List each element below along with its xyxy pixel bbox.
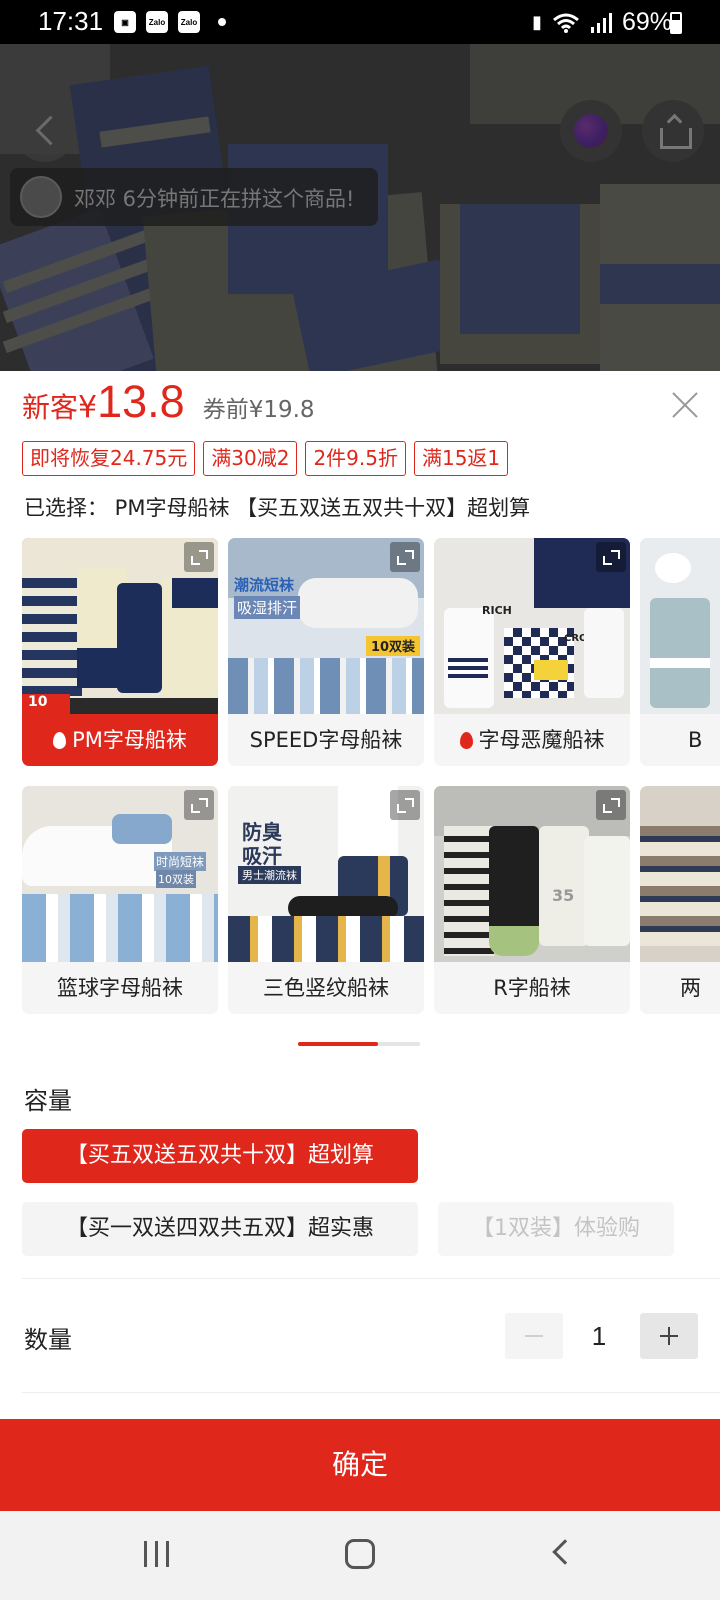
back-button[interactable]	[14, 100, 76, 162]
quantity-plus-button[interactable]	[640, 1313, 698, 1359]
battery-percent: 69%	[621, 8, 672, 36]
divider	[22, 1278, 720, 1279]
battery-saver-icon: ▮	[532, 12, 542, 32]
expand-icon[interactable]	[184, 542, 214, 572]
quantity-title: 数量	[24, 1326, 72, 1354]
product-thumbnail: 时尚短袜 10双装	[22, 786, 218, 962]
price-value: 13.8	[97, 376, 185, 427]
price-prefix: 新客	[22, 391, 79, 424]
product-thumbnail: 10	[22, 538, 218, 714]
style-option-label: PM字母船袜	[22, 714, 218, 766]
back-icon[interactable]	[552, 1539, 578, 1565]
style-option-tricolor[interactable]: 防臭 吸汗 男士潮流袜 三色竖纹船袜	[228, 786, 424, 1014]
capacity-option-one-pair: 【1双装】体验购	[438, 1202, 674, 1256]
style-option-pm[interactable]: 10 PM字母船袜	[22, 538, 218, 766]
promo-tag: 满30减2	[203, 441, 298, 476]
share-button[interactable]	[642, 100, 704, 162]
style-option-label: R字船袜	[493, 976, 571, 1000]
capacity-option-five-pairs[interactable]: 【买一双送四双共五双】超实惠	[22, 1202, 418, 1256]
style-row-1: 10 PM字母船袜 潮流短袜 吸湿排汗 10双装 SPEED字母船袜 RICH …	[22, 538, 720, 766]
system-nav-bar	[0, 1511, 720, 1600]
expand-icon[interactable]	[596, 542, 626, 572]
signal-icon	[590, 12, 612, 33]
more-notifications-dot	[218, 18, 226, 26]
scroll-thumb	[298, 1042, 378, 1046]
avatar	[20, 176, 62, 218]
zalo-icon: Zalo	[178, 11, 200, 33]
promo-tag: 即将恢复24.75元	[22, 441, 196, 476]
quantity-minus-button[interactable]	[505, 1313, 563, 1359]
style-option-devil[interactable]: RICH CROWN 字母恶魔船袜	[434, 538, 630, 766]
quantity-value[interactable]: 1	[574, 1313, 624, 1359]
product-image-dimmed[interactable]: 邓邓 6分钟前正在拼这个商品!	[0, 44, 720, 371]
notification-icons: ▣ Zalo Zalo	[114, 9, 226, 35]
style-option-label: B	[688, 728, 703, 752]
promo-tags: 即将恢复24.75元 满30减2 2件9.5折 满15返1	[22, 441, 509, 476]
style-option-label: 三色竖纹船袜	[263, 976, 389, 1000]
capacity-option-ten-pairs[interactable]: 【买五双送五双共十双】超划算	[22, 1129, 418, 1183]
zalo-icon: Zalo	[146, 11, 168, 33]
pack-badge: 10	[22, 694, 70, 714]
status-time: 17:31	[38, 6, 104, 36]
style-option-r[interactable]: 35 R字船袜	[434, 786, 630, 1014]
sku-selector-screen: 17:31 ▣ Zalo Zalo ▮ 69% 邓邓 6分钟前正在拼这个商品! …	[0, 0, 720, 1600]
capacity-title: 容量	[24, 1087, 72, 1115]
product-thumbnail: 防臭 吸汗 男士潮流袜	[228, 786, 424, 962]
selected-summary: 已选择： PM字母船袜 【买五双送五双共十双】超划算	[24, 496, 531, 520]
toast-text: 邓邓 6分钟前正在拼这个商品!	[74, 187, 355, 211]
status-right: ▮ 69%	[532, 8, 672, 37]
style-option-b[interactable]: B	[640, 538, 720, 766]
confirm-button[interactable]: 确定	[0, 1419, 720, 1511]
hot-icon	[459, 732, 473, 749]
product-thumbnail: 潮流短袜 吸湿排汗 10双装	[228, 538, 424, 714]
style-option-speed[interactable]: 潮流短袜 吸湿排汗 10双装 SPEED字母船袜	[228, 538, 424, 766]
style-row-2: 时尚短袜 10双装 篮球字母船袜 防臭 吸汗 男士潮流袜 三色竖纹船袜 35 R…	[22, 786, 720, 1014]
product-thumbnail	[640, 786, 720, 962]
recents-icon[interactable]	[144, 1541, 172, 1567]
original-price: 券前¥19.8	[202, 397, 315, 423]
promo-tag: 满15返1	[413, 441, 509, 476]
style-option-label: 两	[680, 976, 701, 1000]
price-currency: ¥	[78, 390, 98, 425]
style-scroll-indicator	[298, 1042, 420, 1046]
hot-icon	[53, 732, 67, 749]
product-thumbnail: 35	[434, 786, 630, 962]
promo-tag: 2件9.5折	[305, 441, 406, 476]
group-buy-toast: 邓邓 6分钟前正在拼这个商品!	[10, 168, 378, 226]
expand-icon[interactable]	[596, 790, 626, 820]
expand-icon[interactable]	[184, 790, 214, 820]
image-icon: ▣	[114, 11, 136, 33]
style-option-two[interactable]: 两	[640, 786, 720, 1014]
close-icon[interactable]	[670, 390, 700, 420]
expand-icon[interactable]	[390, 542, 420, 572]
style-option-label: 字母恶魔船袜	[434, 714, 630, 766]
product-thumbnail	[640, 538, 720, 714]
expand-icon[interactable]	[390, 790, 420, 820]
divider	[22, 1392, 720, 1393]
style-option-label: SPEED字母船袜	[249, 728, 403, 752]
style-option-label: 篮球字母船袜	[57, 976, 183, 1000]
price-row: 新客 ¥ 13.8 券前¥19.8	[22, 376, 315, 432]
wifi-icon	[552, 13, 579, 33]
avatar-button[interactable]	[560, 100, 622, 162]
status-bar: 17:31 ▣ Zalo Zalo ▮ 69%	[0, 0, 720, 44]
battery-icon	[670, 12, 682, 34]
product-thumbnail: RICH CROWN	[434, 538, 630, 714]
style-option-basketball[interactable]: 时尚短袜 10双装 篮球字母船袜	[22, 786, 218, 1014]
home-icon[interactable]	[345, 1539, 375, 1569]
